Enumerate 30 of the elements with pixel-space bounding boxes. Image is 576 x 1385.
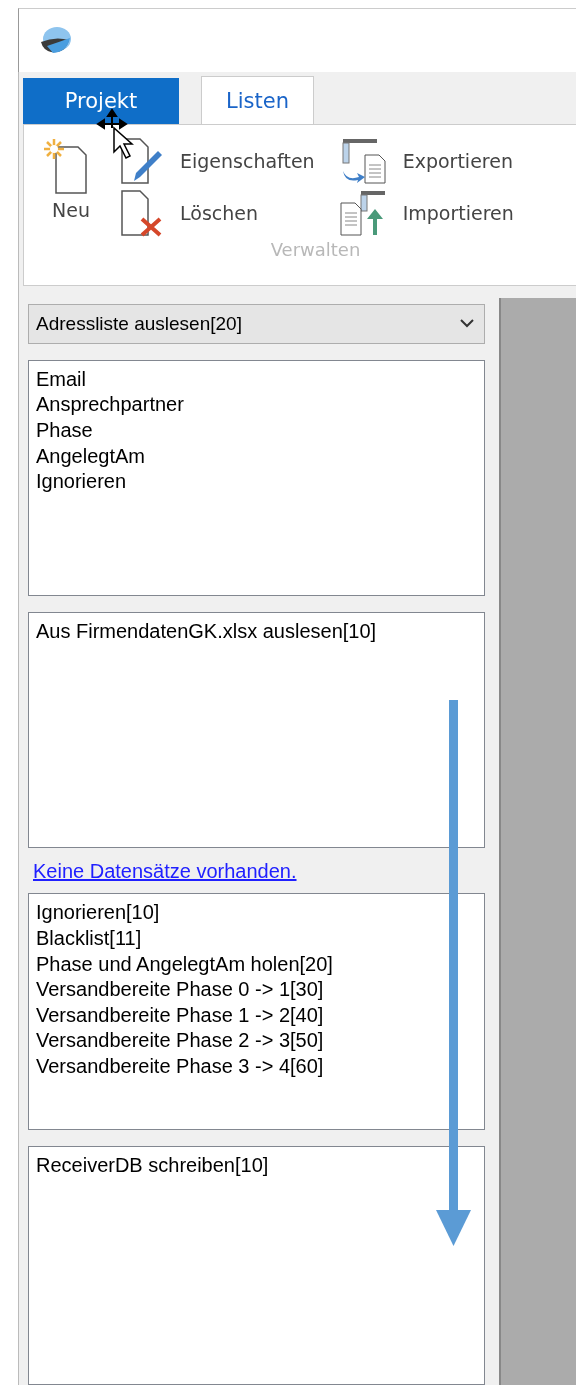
list-item[interactable]: Versandbereite Phase 0 -> 1[30] xyxy=(36,977,324,1003)
list-box[interactable]: Email Ansprechpartner Phase AngelegtAm Ignorieren xyxy=(28,359,485,597)
list-item[interactable]: Phase xyxy=(36,418,93,444)
delete-document-icon xyxy=(120,189,164,237)
list-dropdown[interactable]: Adressliste auslesen[20] xyxy=(28,304,485,344)
list-item[interactable]: Phase und AngelegtAm holen[20] xyxy=(36,951,333,978)
export-button[interactable]: Exportieren xyxy=(338,137,514,185)
list-item[interactable]: Versandbereite Phase 1 -> 2[40] xyxy=(36,1002,324,1029)
list-item[interactable]: Blacklist[11] xyxy=(36,926,142,952)
new-button[interactable]: Neu xyxy=(42,137,100,237)
list-item[interactable]: ReceiverDB schreiben[10] xyxy=(36,1152,269,1179)
chevron-down-icon xyxy=(460,319,474,329)
list-item[interactable]: Versandbereite Phase 3 -> 4[60] xyxy=(36,1054,324,1080)
group-label: Verwalten xyxy=(269,239,361,260)
ribbon-tab[interactable]: Listen xyxy=(201,76,314,124)
list-item[interactable]: Ignorieren xyxy=(36,469,127,495)
list-item[interactable]: Ansprechpartner xyxy=(36,392,184,419)
no-records-link[interactable]: Keine Datensätze vorhanden. xyxy=(33,860,297,884)
list-item[interactable]: Ignorieren[10] xyxy=(36,900,160,927)
list-item[interactable]: Aus FirmendatenGK.xlsx auslesen[10] xyxy=(36,619,377,645)
delete-button[interactable]: Löschen xyxy=(120,189,315,237)
import-button[interactable]: Importieren xyxy=(338,189,514,237)
list-item[interactable]: Email xyxy=(36,366,86,393)
list-box[interactable]: Ignorieren[10] Blacklist[11] Phase und AngelegtAm holen[20] Versandbereite Phase 0 -> 1[30] Versandbereite Phase 1 -> 2[40] Versandbereite Phase 2 -> 3[50] Versandbereite Phase 3 -> 4[60] xyxy=(28,893,485,1130)
import-icon xyxy=(338,189,387,237)
list-box[interactable]: ReceiverDB schreiben[10] xyxy=(28,1145,485,1385)
file-menu-tab[interactable]: Projekt xyxy=(23,78,179,124)
list-item[interactable]: Versandbereite Phase 2 -> 3[50] xyxy=(36,1028,324,1054)
list-item[interactable]: AngelegtAm xyxy=(36,443,145,470)
list-box[interactable]: Aus FirmendatenGK.xlsx auslesen[10] xyxy=(28,612,485,849)
